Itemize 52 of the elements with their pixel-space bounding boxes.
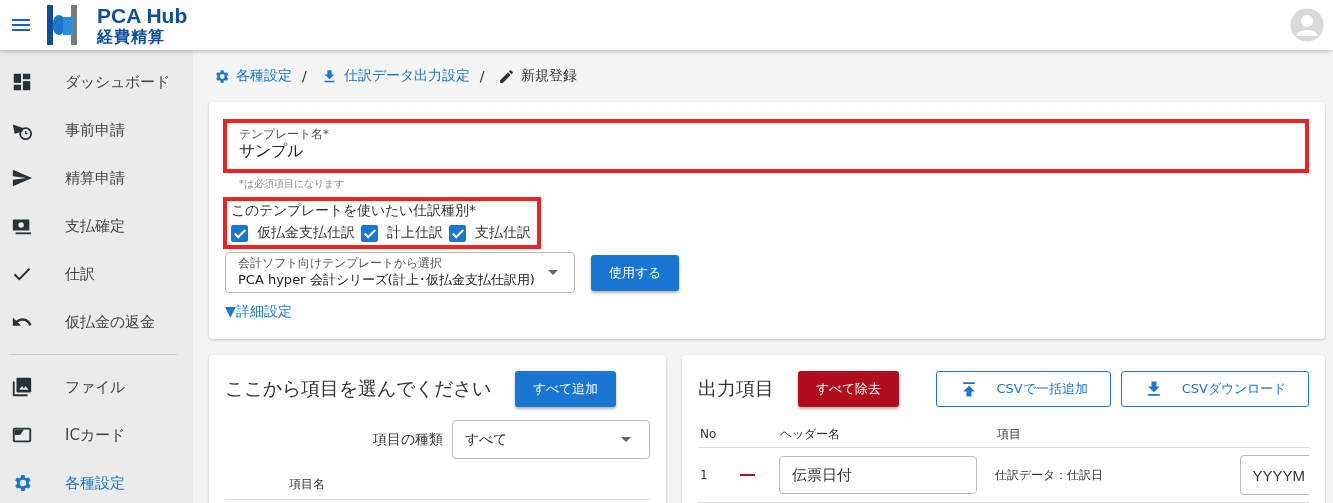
sidebar-item[interactable]: 精算申請 [0,154,193,202]
pencil-icon [498,67,516,85]
breadcrumb-separator: / [479,68,485,84]
column-header: ヘッダー名 [780,425,841,443]
header-name-field[interactable]: 伝票日付 [779,456,978,494]
card-title: 出力項目 [698,376,774,401]
dropdown-caret-icon [548,270,558,275]
sidebar-item[interactable]: ファイル [0,363,193,411]
checkbox[interactable] [231,224,248,242]
format-field[interactable]: YYYYM [1240,455,1309,495]
sidebar-item[interactable]: 各種設定 [0,459,193,503]
sidebar-item[interactable]: 事前申請 [0,106,193,154]
menu-icon[interactable] [12,19,30,31]
breadcrumb-separator: / [302,68,307,84]
template-select[interactable]: 会計ソフト向けテンプレートから選択 PCA hyper 会計シリーズ(計上･仮払金支払仕訳用) [225,252,575,293]
required-note: *は必須項目になります [239,177,345,191]
row-number: 1 [699,468,709,482]
csv-download-button[interactable]: CSVダウンロード [1120,371,1309,407]
dashboard-icon [11,71,33,93]
template-name-field[interactable]: テンプレート名* サンプル [223,119,1309,173]
settings-icon [213,67,230,85]
send-icon [11,167,33,189]
journal-type-label: このテンプレートを使いたい仕訳種別* [231,202,477,220]
checkbox-label[interactable]: 支払仕訳 [475,224,531,242]
item-type-select[interactable]: すべて [452,420,650,459]
csv-import-button[interactable]: CSVで一括追加 [935,371,1111,407]
sidebar-item[interactable]: 仮払金の返金 [0,298,193,346]
sidebar-item[interactable]: ICカード [0,411,193,459]
sidebar-item[interactable]: 仕訳 [0,250,193,298]
remove-all-button[interactable]: すべて除去 [798,371,899,407]
add-all-button[interactable]: すべて追加 [515,371,616,407]
checkbox-label[interactable]: 計上仕訳 [387,224,443,242]
sidebar-item[interactable]: ダッシュボード [0,58,193,106]
breadcrumb-current: 新規登録 [521,67,578,85]
dropdown-caret-icon [621,437,631,442]
checkbox[interactable] [449,224,466,242]
checkbox[interactable] [361,224,378,242]
images-icon [11,376,33,398]
table-cell-text: 仕訳データ：仕訳日 [995,466,1105,484]
filter-label: 項目の種類 [373,430,443,449]
breadcrumb-link[interactable]: 各種設定 [236,67,292,85]
checkbox-label[interactable]: 仮払金支払仕訳 [257,224,355,242]
details-toggle-link[interactable]: ▼詳細設定 [225,303,292,321]
sidebar-item[interactable]: 支払確定 [0,202,193,250]
logo-title: PCA Hub [97,5,188,26]
breadcrumb-link[interactable]: 仕訳データ出力設定 [343,67,470,85]
card-title: ここから項目を選んでください [225,376,491,401]
column-header: 項目 [997,425,1022,443]
column-header: 項目名 [289,477,325,491]
logo-subtitle: 経費精算 [97,29,166,45]
use-button[interactable]: 使用する [591,254,679,291]
column-header: No [699,427,718,441]
